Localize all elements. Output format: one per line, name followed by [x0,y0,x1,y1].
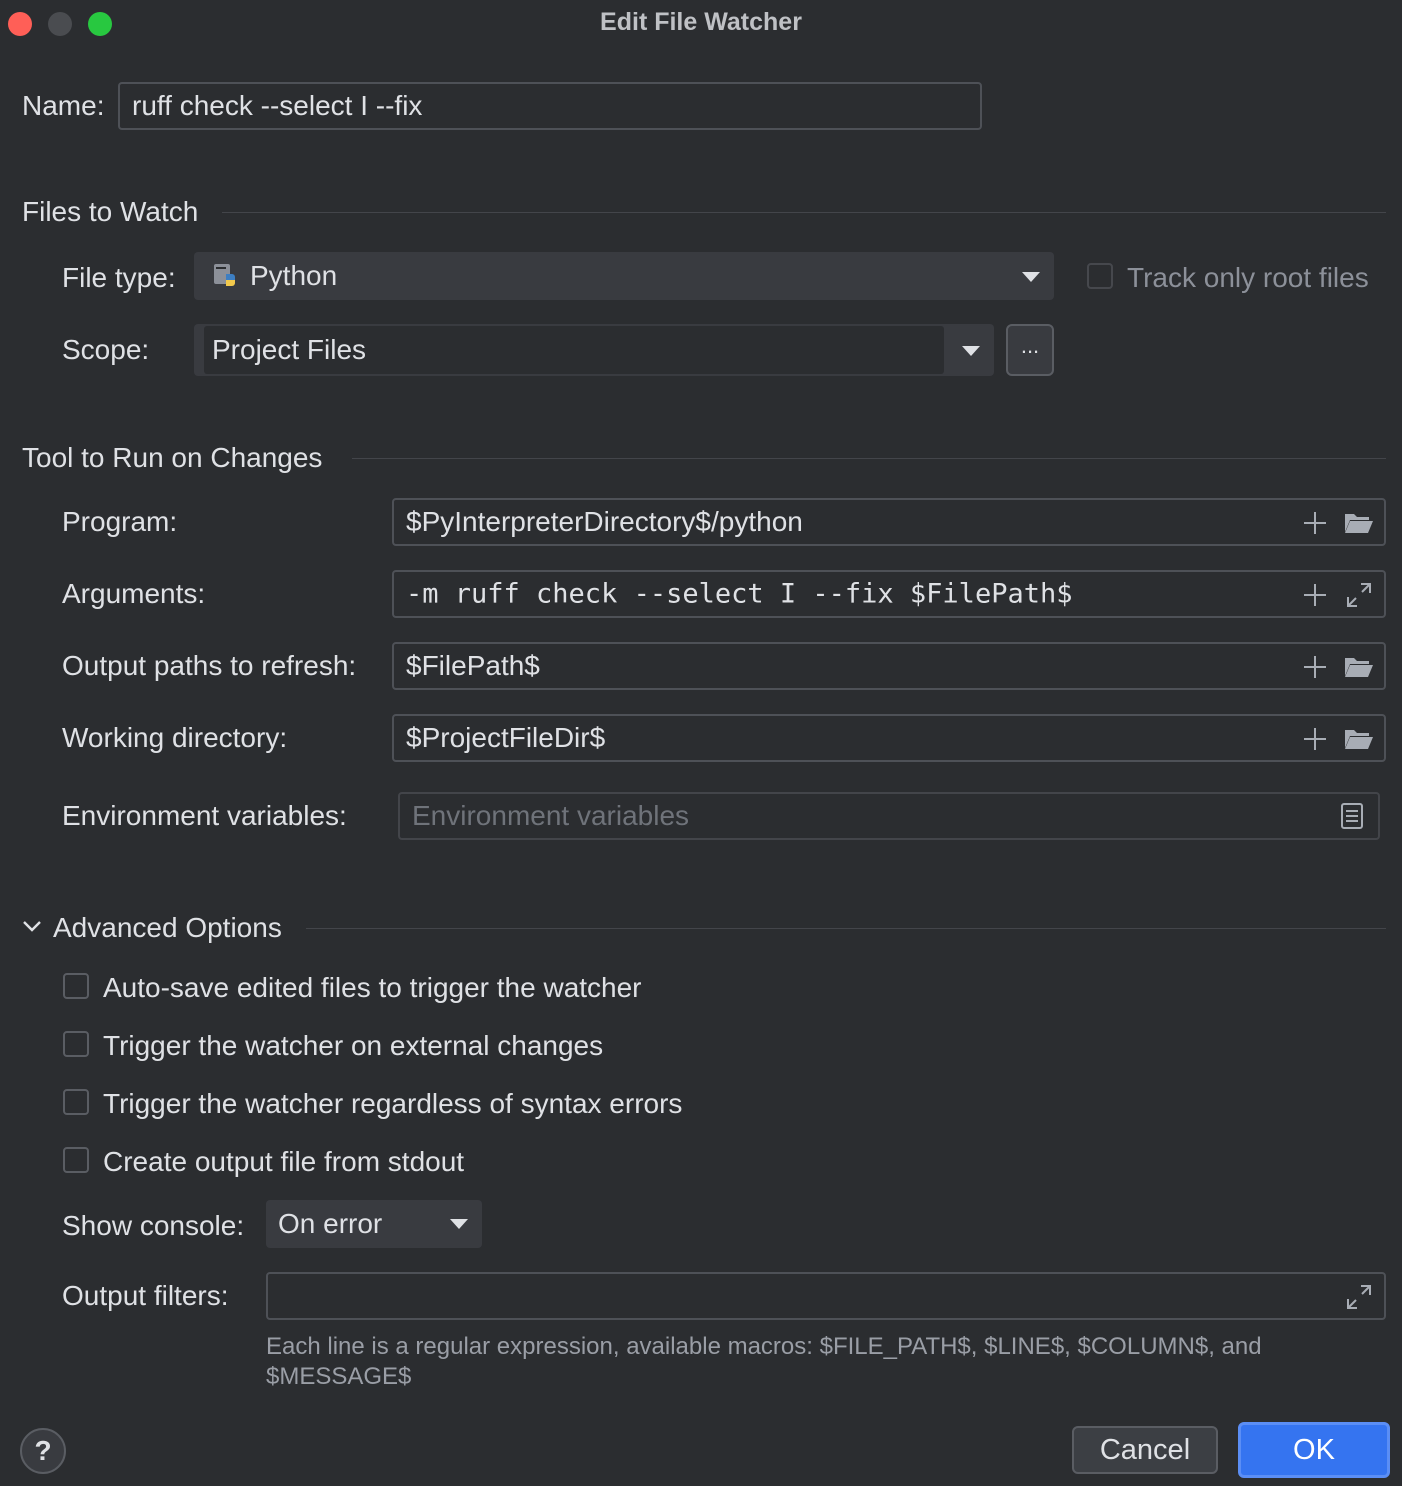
dropdown-caret-icon [962,346,980,356]
working-dir-label: Working directory: [62,722,288,753]
tool-heading: Tool to Run on Changes [22,442,323,473]
working-dir-input[interactable]: $ProjectFileDir$ [392,714,1386,762]
scope-value: Project Files [212,334,367,365]
scope-browse-button[interactable]: ... [1006,324,1054,376]
plus-icon[interactable] [1304,584,1326,606]
folder-icon[interactable] [1344,510,1374,541]
name-label: Name: [22,90,105,121]
cancel-button[interactable]: Cancel [1072,1426,1218,1474]
scope-label: Scope: [62,334,150,365]
advanced-separator [306,928,1386,929]
edit-file-watcher-dialog: Edit File Watcher Name: ruff check --sel… [0,0,1402,1486]
env-vars-placeholder: Environment variables [412,800,690,831]
arguments-value: -m ruff check --select I --fix $FilePath… [406,578,1073,610]
show-console-label: Show console: [62,1210,245,1241]
files-to-watch-heading: Files to Watch [22,196,199,227]
track-root-files-label: Track only root files [1127,262,1369,293]
syntax-errors-checkbox[interactable] [63,1089,89,1115]
document-icon[interactable] [1340,802,1364,835]
file-type-dropdown[interactable]: Python [194,252,1054,300]
scope-dropdown[interactable]: Project Files [194,324,994,376]
plus-icon[interactable] [1304,656,1326,678]
window-title: Edit File Watcher [600,8,802,36]
output-filters-hint: Each line is a regular expression, avail… [266,1333,1262,1390]
arguments-label: Arguments: [62,578,206,609]
file-type-label: File type: [62,262,176,293]
external-changes-label: Trigger the watcher on external changes [103,1030,604,1061]
name-input-value: ruff check --select I --fix [132,90,423,121]
folder-icon[interactable] [1344,726,1374,757]
name-input[interactable]: ruff check --select I --fix [118,82,982,130]
output-paths-value: $FilePath$ [406,650,540,681]
external-changes-checkbox[interactable] [63,1031,89,1057]
program-value: $PyInterpreterDirectory$/python [406,506,803,537]
output-paths-input[interactable]: $FilePath$ [392,642,1386,690]
stdout-output-label: Create output file from stdout [103,1146,465,1177]
stdout-output-checkbox[interactable] [63,1147,89,1173]
plus-icon[interactable] [1304,728,1326,750]
auto-save-checkbox[interactable] [63,973,89,999]
dropdown-caret-icon [1022,272,1040,282]
working-dir-value: $ProjectFileDir$ [406,722,606,753]
title-bar: Edit File Watcher [0,0,1402,46]
tool-separator [352,458,1386,459]
syntax-errors-label: Trigger the watcher regardless of syntax… [103,1088,683,1119]
dropdown-caret-icon [450,1219,468,1229]
chevron-down-icon[interactable] [22,918,42,939]
program-label: Program: [62,506,178,537]
plus-icon[interactable] [1304,512,1326,534]
folder-icon[interactable] [1344,654,1374,685]
env-vars-input[interactable]: Environment variables [398,792,1380,840]
expand-icon[interactable] [1346,582,1372,613]
show-console-value: On error [278,1208,383,1239]
auto-save-label: Auto-save edited files to trigger the wa… [103,972,642,1003]
program-input[interactable]: $PyInterpreterDirectory$/python [392,498,1386,546]
track-root-files-checkbox[interactable] [1087,263,1113,289]
python-file-icon [212,262,240,290]
output-filters-label: Output filters: [62,1280,229,1311]
output-paths-label: Output paths to refresh: [62,650,357,681]
arguments-input[interactable]: -m ruff check --select I --fix $FilePath… [392,570,1386,618]
output-filters-input[interactable] [266,1272,1386,1320]
help-button[interactable]: ? [20,1428,66,1474]
files-to-watch-separator [222,212,1386,213]
expand-icon[interactable] [1346,1284,1372,1315]
advanced-options-heading[interactable]: Advanced Options [53,912,282,944]
show-console-dropdown[interactable]: On error [266,1200,482,1248]
env-vars-label: Environment variables: [62,800,347,831]
ok-button[interactable]: OK [1238,1422,1390,1478]
file-type-value: Python [250,260,338,291]
